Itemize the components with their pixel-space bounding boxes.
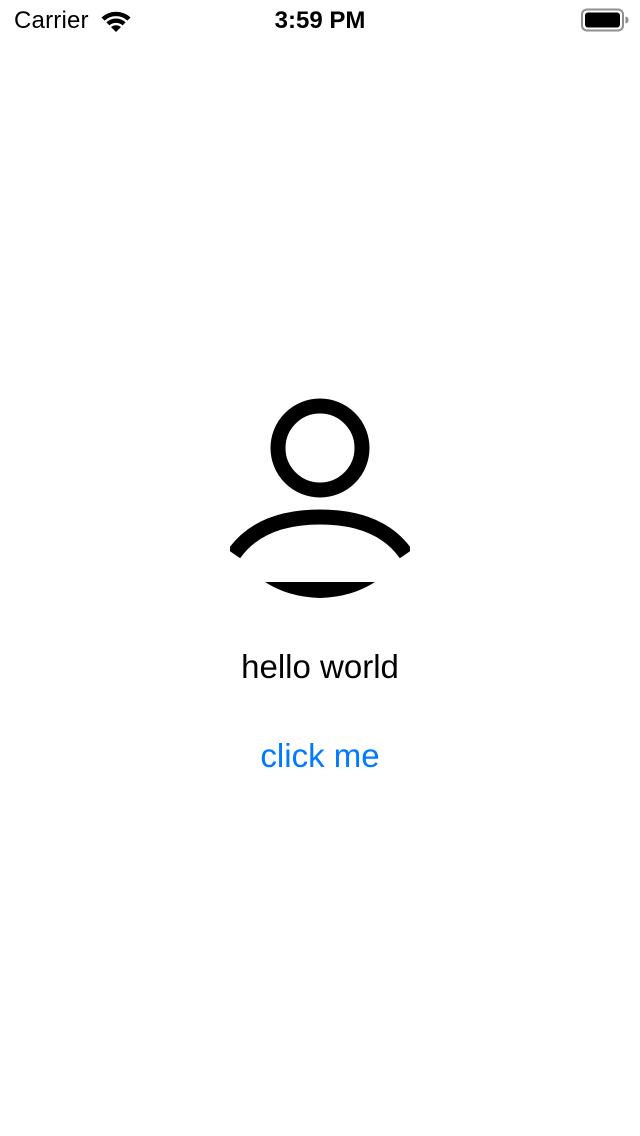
status-bar: Carrier 3:59 PM xyxy=(0,0,640,40)
person-icon xyxy=(227,396,413,602)
click-me-button[interactable]: click me xyxy=(220,734,420,778)
status-time: 3:59 PM xyxy=(274,7,366,34)
battery-icon xyxy=(581,8,629,32)
greeting-label: hello world xyxy=(241,648,399,685)
